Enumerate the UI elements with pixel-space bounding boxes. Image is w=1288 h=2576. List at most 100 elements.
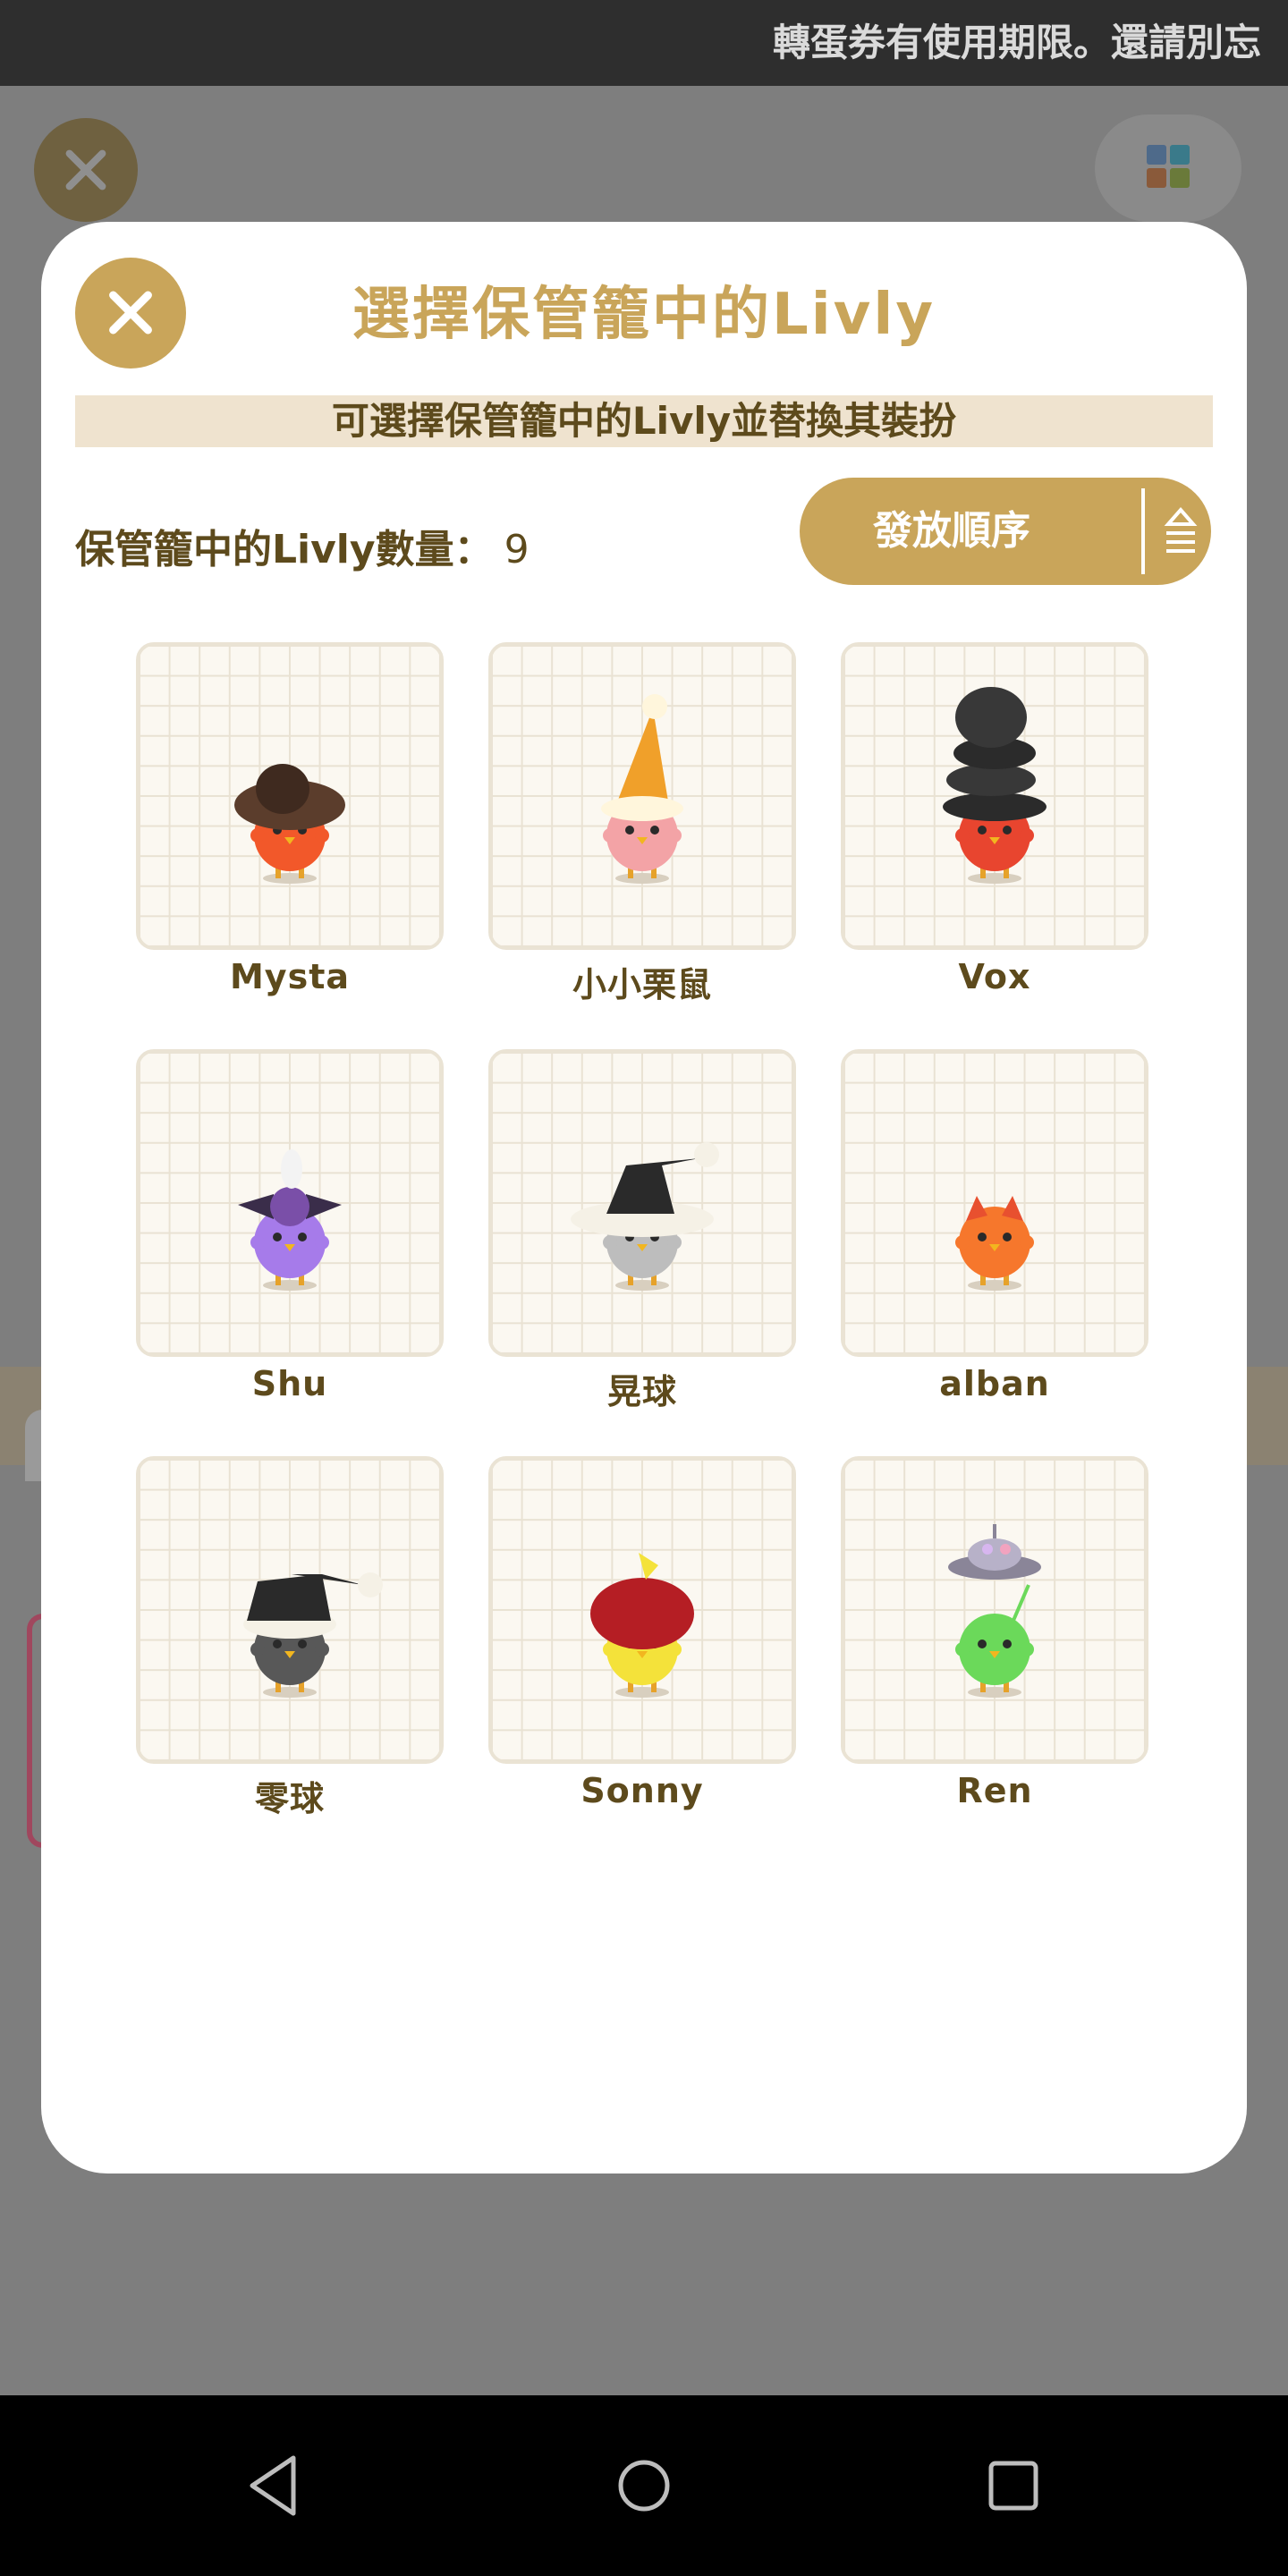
ufo-dome [968,1538,1021,1571]
livly-figure [955,1614,1034,1698]
livly-fur [955,1642,970,1657]
home-icon[interactable] [604,2445,684,2526]
livly-avatar [571,1142,719,1291]
livly-name: 零球 [254,1779,325,1818]
livly-fur [955,828,970,843]
livly-fur [250,1235,265,1250]
livly-name: Sonny [580,1771,704,1810]
livly-hat [943,687,1046,821]
livly-eye [650,826,659,835]
livly-fur [250,1642,265,1657]
livly-shadow [968,1687,1021,1698]
hat-crown [606,1165,674,1214]
livly-thumbnail [488,642,796,950]
hat-beret [590,1578,694,1649]
livly-avatar [948,1524,1041,1698]
hat-cone [615,708,669,807]
livly-thumbnail [136,1049,444,1357]
ufo-light [982,1544,993,1555]
modal-title: 選擇保管籠中的Livly [352,282,936,348]
hat-layer [943,792,1046,821]
livly-shadow [968,1280,1021,1291]
livly-avatar [234,764,345,884]
livly-name: 小小栗鼠 [572,965,712,1004]
background-close-icon [34,118,138,222]
background-grid-menu-icon [1095,114,1241,222]
livly-thumbnail [841,1049,1148,1357]
livly-eye [273,1233,282,1241]
livly-shadow [615,873,669,884]
modal-subtitle: 可選擇保管籠中的Livly並替換其裝扮 [75,395,1213,447]
ufo-beam [1011,1584,1030,1623]
livly-thumbnail [136,642,444,950]
sort-order-icon [1164,506,1198,553]
livly-thumbnail [841,1456,1148,1764]
back-icon[interactable] [234,2445,315,2526]
recents-icon[interactable] [973,2445,1054,2526]
livly-thumbnail [841,642,1148,950]
hat-ball [270,1187,309,1226]
livly-name: alban [939,1364,1050,1403]
sort-order-label: 發放順序 [873,508,1030,554]
hat-wing [306,1194,342,1219]
livly-avatar [238,1149,342,1291]
hat-wing [238,1194,274,1219]
sort-divider [1141,488,1145,574]
hat-layer [955,687,1027,748]
livly-eye [298,1233,307,1241]
livly-fur [1020,1642,1034,1657]
livly-shadow [263,1280,317,1291]
ufo-light [1000,1544,1011,1555]
livly-fur [603,1642,617,1657]
livly-eye [1003,1640,1012,1648]
system-nav-bar [0,2395,1288,2576]
livly-eye [978,1233,987,1241]
livly-fur [667,1642,682,1657]
hat-crown [256,764,309,814]
livly-eye [978,1640,987,1648]
livly-avatar [243,1572,383,1698]
livly-hat [238,1149,342,1226]
livly-eye [1003,826,1012,835]
hat-pompom [694,1142,719,1167]
livly-eye [273,1640,282,1648]
livly-fur [667,828,682,843]
livly-fur [315,1642,329,1657]
livly-fur [1020,828,1034,843]
select-livly-modal: 選擇保管籠中的Livly 可選擇保管籠中的Livly並替換其裝扮 保管籠中的Li… [41,222,1247,2174]
livly-avatar [955,1196,1034,1291]
livly-name: Ren [956,1771,1033,1810]
livly-hat [601,694,683,821]
livly-shadow [615,1280,669,1291]
livly-fur [250,828,265,843]
livly-hat [590,1553,694,1649]
hat-tip [626,1158,699,1165]
livly-avatar [601,694,683,884]
livly-eye [1003,1233,1012,1241]
livly-hat [234,764,345,830]
livly-count-label: 保管籠中的Livly數量： [75,527,494,572]
hat-pompom [358,1572,383,1597]
livly-fur [667,1235,682,1250]
livly-shadow [615,1687,669,1698]
hat-feather [281,1149,302,1189]
notice-ticker-text: 轉蛋券有使用期限。還請別忘 [773,21,1262,64]
livly-fur [603,828,617,843]
livly-eye [625,826,634,835]
livly-count-value: 9 [504,527,530,572]
livly-hat [571,1142,719,1237]
livly-hat [948,1524,1041,1623]
notice-ticker: 轉蛋券有使用期限。還請別忘 [0,0,1288,86]
livly-name: Shu [251,1364,328,1403]
livly-thumbnail [488,1456,796,1764]
hat-sprout [639,1553,658,1580]
livly-fur [603,1235,617,1250]
hat-trim [601,796,683,821]
hat-pompom [642,694,667,719]
livly-name: 晃球 [606,1372,677,1411]
livly-thumbnail [488,1049,796,1357]
livly-shadow [968,873,1021,884]
livly-fur [315,828,329,843]
sort-order-button[interactable]: 發放順序 [800,478,1211,585]
livly-eye [978,826,987,835]
